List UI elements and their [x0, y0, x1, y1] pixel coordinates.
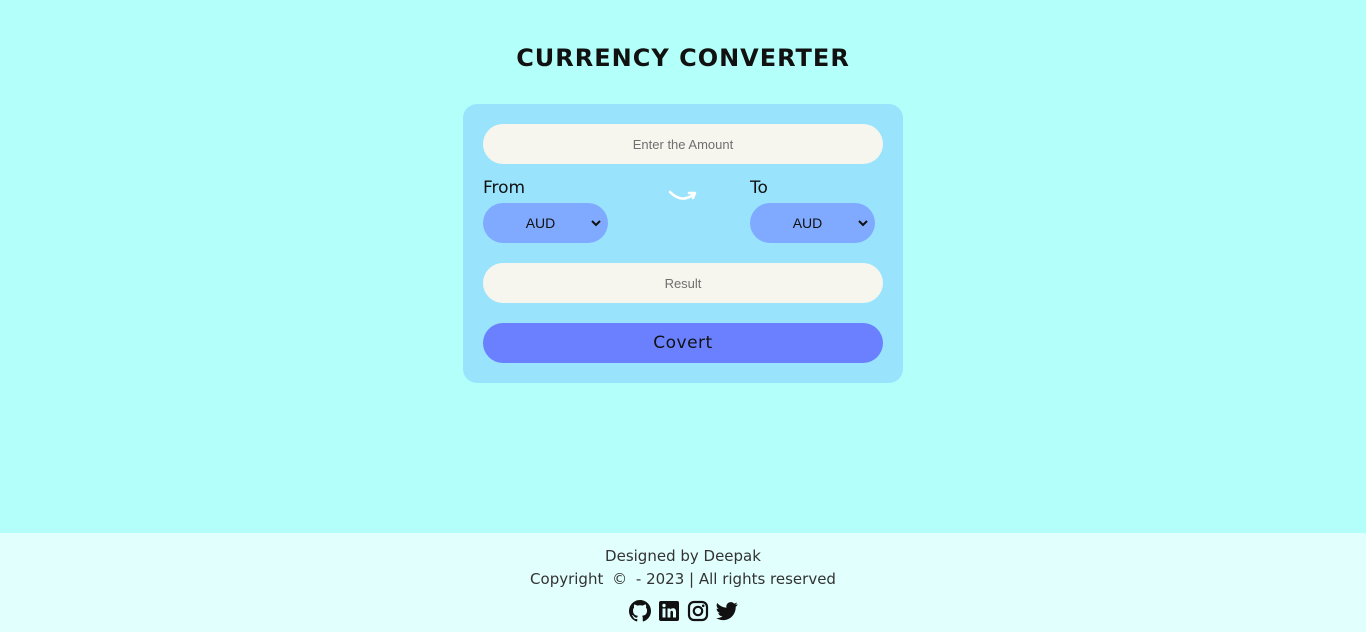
from-label: From	[483, 178, 526, 198]
convert-button[interactable]: Covert	[483, 323, 883, 363]
linkedin-icon[interactable]	[658, 600, 680, 622]
designed-by-text: Designed by Deepak	[605, 547, 761, 565]
to-label: To	[750, 178, 768, 198]
to-currency-select[interactable]: AUD	[750, 203, 875, 243]
to-currency-value: AUD	[792, 215, 823, 231]
from-currency-value: AUD	[525, 215, 556, 231]
chevron-down-icon	[858, 220, 868, 227]
amount-input[interactable]	[483, 124, 883, 164]
twitter-icon[interactable]	[715, 600, 738, 622]
page-title: CURRENCY CONVERTER	[516, 44, 850, 72]
social-links	[0, 600, 1366, 622]
from-currency-select[interactable]: AUD	[483, 203, 608, 243]
footer: Designed by Deepak Copyright © - 2023 | …	[0, 533, 1366, 632]
github-icon[interactable]	[628, 600, 651, 622]
chevron-down-icon	[591, 220, 601, 227]
converter-card: From AUD To AUD Covert	[463, 104, 903, 383]
copyright-text: Copyright © - 2023 | All rights reserved	[0, 570, 1366, 588]
result-field[interactable]	[483, 263, 883, 303]
copyright-prefix: Copyright	[530, 570, 604, 588]
instagram-icon[interactable]	[687, 600, 709, 622]
swap-arrow-icon[interactable]	[668, 186, 698, 206]
copyright-icon: ©	[612, 570, 628, 588]
copyright-suffix: - 2023 | All rights reserved	[635, 570, 836, 588]
